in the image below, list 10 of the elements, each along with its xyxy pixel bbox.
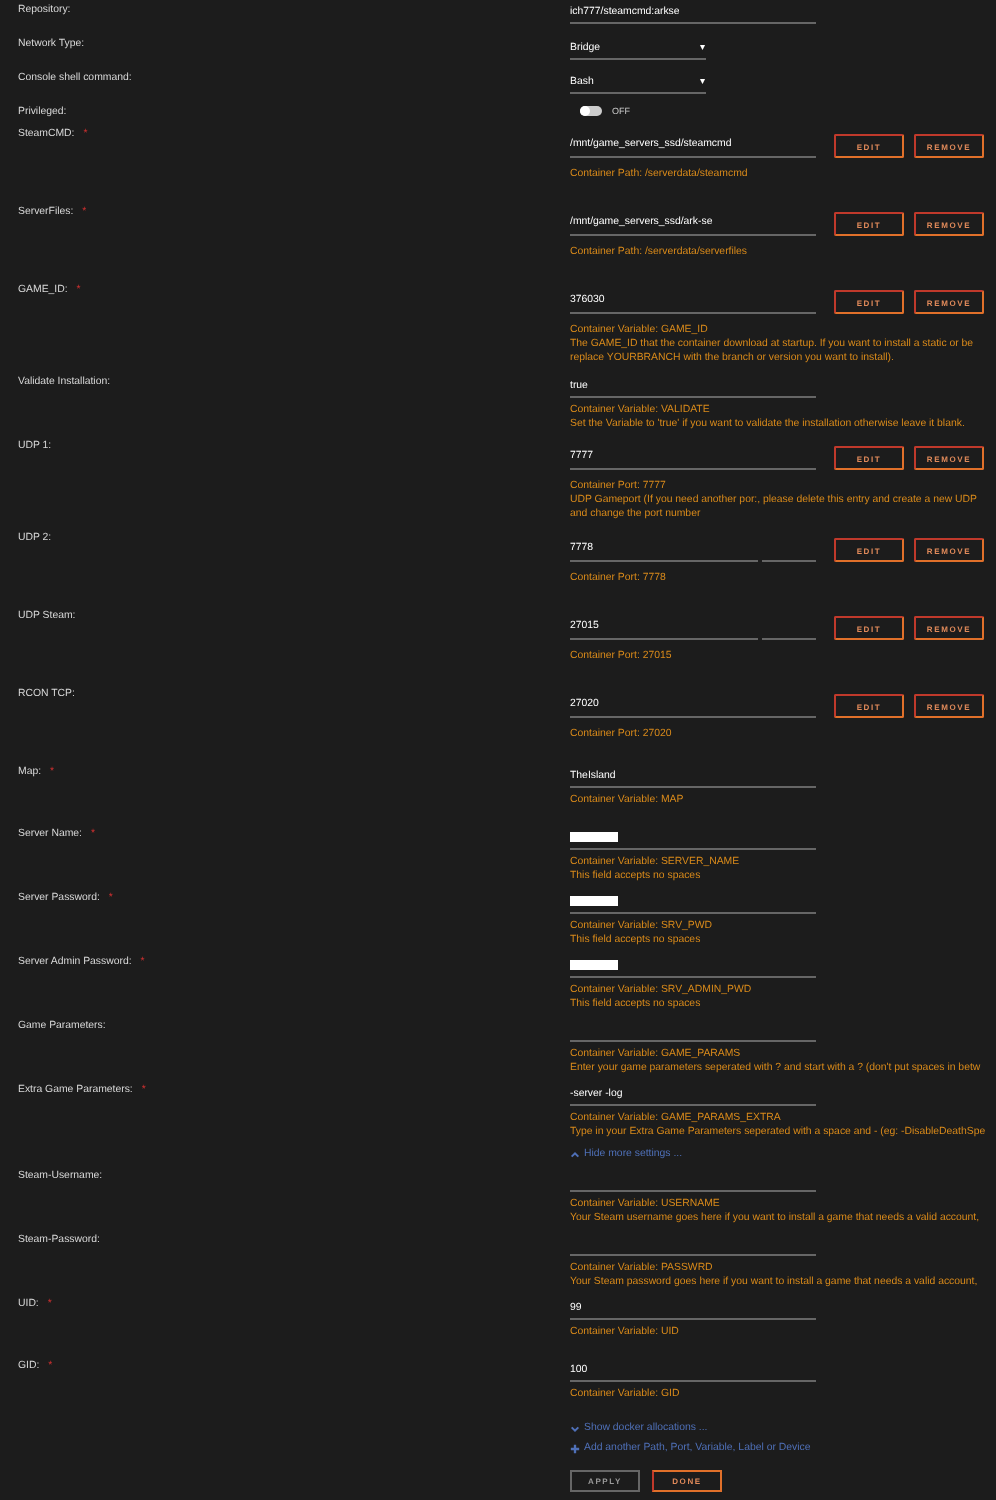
caret-down-icon xyxy=(570,1423,580,1433)
text-field[interactable] xyxy=(570,830,816,850)
masked-value xyxy=(570,832,618,843)
text-field[interactable] xyxy=(570,958,816,978)
text-field[interactable] xyxy=(570,894,816,914)
masked-value xyxy=(570,896,618,907)
toggle-switch[interactable] xyxy=(580,106,602,116)
plus-icon xyxy=(570,1443,580,1453)
caret-up-icon xyxy=(570,1149,580,1159)
masked-value xyxy=(570,960,618,971)
